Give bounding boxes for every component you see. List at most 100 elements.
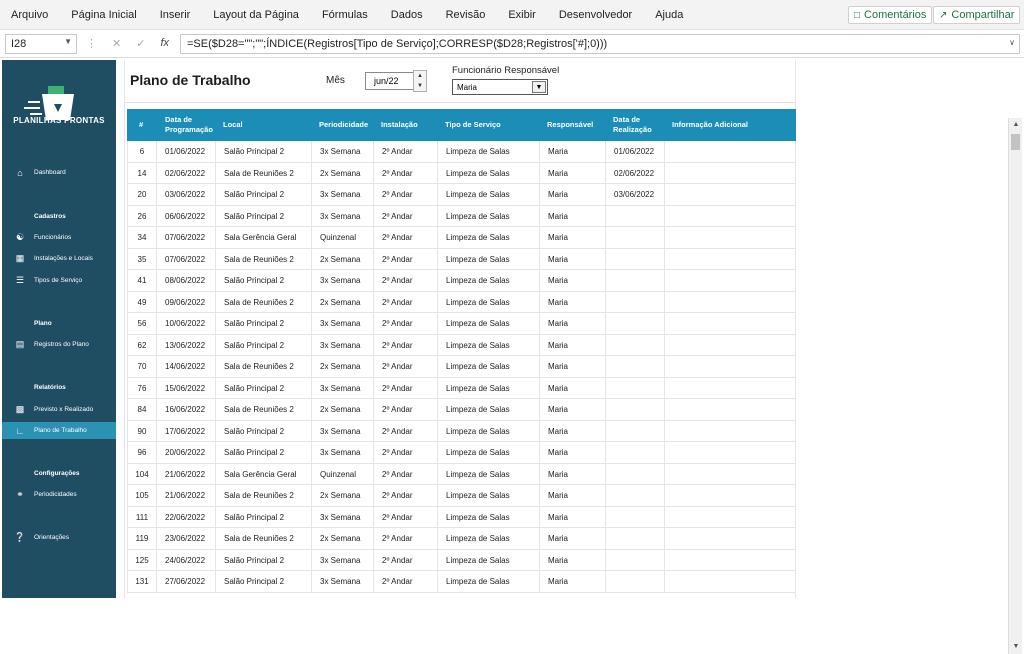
cell-data-programacao[interactable]: 13/06/2022 — [156, 334, 215, 356]
cell-local[interactable]: Sala de Reuniões 2 — [215, 162, 311, 184]
cell-id[interactable]: 70 — [127, 356, 156, 378]
cell-info-adicional[interactable] — [664, 399, 796, 421]
cell-responsavel[interactable]: Maria — [539, 227, 605, 249]
cell-tipo-servico[interactable]: Limpeza de Salas — [437, 334, 539, 356]
table-row[interactable]: 41 08/06/2022 Salão Principal 2 3x Semana 2º… — [127, 270, 796, 292]
table-row[interactable]: 131 27/06/2022 Salão Principal 2 3x Semana 2… — [127, 571, 796, 593]
cancel-icon[interactable]: ✕ — [112, 37, 121, 50]
cell-responsavel[interactable]: Maria — [539, 162, 605, 184]
sidebar-item-dashboard[interactable]: ⌂ Dashboard — [2, 164, 116, 181]
cell-responsavel[interactable]: Maria — [539, 571, 605, 593]
cell-responsavel[interactable]: Maria — [539, 420, 605, 442]
cell-data-programacao[interactable]: 21/06/2022 — [156, 463, 215, 485]
cell-periodicidade[interactable]: 2x Semana — [311, 356, 373, 378]
cell-instalacao[interactable]: 2º Andar — [373, 334, 437, 356]
menu-pagina-inicial[interactable]: Página Inicial — [60, 9, 148, 21]
cell-tipo-servico[interactable]: Limpeza de Salas — [437, 313, 539, 335]
cell-data-programacao[interactable]: 23/06/2022 — [156, 528, 215, 550]
cell-local[interactable]: Salão Principal 2 — [215, 442, 311, 464]
cell-data-programacao[interactable]: 10/06/2022 — [156, 313, 215, 335]
cell-data-realizacao[interactable] — [605, 571, 664, 593]
cell-responsavel[interactable]: Maria — [539, 141, 605, 163]
cell-data-realizacao[interactable] — [605, 506, 664, 528]
table-row[interactable]: 90 17/06/2022 Salão Principal 2 3x Semana 2º… — [127, 420, 796, 442]
cell-id[interactable]: 56 — [127, 313, 156, 335]
cell-tipo-servico[interactable]: Limpeza de Salas — [437, 420, 539, 442]
table-row[interactable]: 62 13/06/2022 Salão Principal 2 3x Semana 2º… — [127, 334, 796, 356]
cell-responsavel[interactable]: Maria — [539, 442, 605, 464]
cell-data-programacao[interactable]: 02/06/2022 — [156, 162, 215, 184]
menu-layout-pagina[interactable]: Layout da Página — [202, 9, 311, 21]
cell-data-programacao[interactable]: 24/06/2022 — [156, 549, 215, 571]
cell-instalacao[interactable]: 2º Andar — [373, 506, 437, 528]
cell-data-programacao[interactable]: 20/06/2022 — [156, 442, 215, 464]
cell-id[interactable]: 131 — [127, 571, 156, 593]
cell-data-realizacao[interactable] — [605, 377, 664, 399]
cell-info-adicional[interactable] — [664, 420, 796, 442]
cell-periodicidade[interactable]: 2x Semana — [311, 528, 373, 550]
cell-info-adicional[interactable] — [664, 356, 796, 378]
cell-responsavel[interactable]: Maria — [539, 485, 605, 507]
menu-inserir[interactable]: Inserir — [149, 9, 203, 21]
cell-instalacao[interactable]: 2º Andar — [373, 463, 437, 485]
cell-periodicidade[interactable]: 2x Semana — [311, 399, 373, 421]
cell-instalacao[interactable]: 2º Andar — [373, 205, 437, 227]
menu-arquivo[interactable]: Arquivo — [0, 9, 60, 21]
cell-info-adicional[interactable] — [664, 313, 796, 335]
cell-local[interactable]: Salão Principal 2 — [215, 141, 311, 163]
cell-data-programacao[interactable]: 08/06/2022 — [156, 270, 215, 292]
cell-local[interactable]: Salão Principal 2 — [215, 549, 311, 571]
cell-id[interactable]: 96 — [127, 442, 156, 464]
cell-periodicidade[interactable]: 3x Semana — [311, 506, 373, 528]
cell-data-realizacao[interactable] — [605, 205, 664, 227]
cell-data-realizacao[interactable] — [605, 334, 664, 356]
cell-instalacao[interactable]: 2º Andar — [373, 162, 437, 184]
cell-local[interactable]: Sala de Reuniões 2 — [215, 485, 311, 507]
cell-instalacao[interactable]: 2º Andar — [373, 442, 437, 464]
cell-periodicidade[interactable]: 3x Semana — [311, 377, 373, 399]
cell-tipo-servico[interactable]: Limpeza de Salas — [437, 270, 539, 292]
comments-button[interactable]: □ Comentários — [848, 6, 933, 24]
cell-local[interactable]: Salão Principal 2 — [215, 184, 311, 206]
cell-id[interactable]: 125 — [127, 549, 156, 571]
chevron-down-icon[interactable]: ▼ — [532, 81, 546, 93]
cell-local[interactable]: Sala de Reuniões 2 — [215, 399, 311, 421]
cell-instalacao[interactable]: 2º Andar — [373, 141, 437, 163]
cell-instalacao[interactable]: 2º Andar — [373, 528, 437, 550]
menu-ajuda[interactable]: Ajuda — [644, 9, 695, 21]
cell-periodicidade[interactable]: 3x Semana — [311, 313, 373, 335]
formula-input[interactable]: =SE($D28="";"";ÍNDICE(Registros[Tipo de … — [180, 34, 1020, 54]
cell-data-programacao[interactable]: 17/06/2022 — [156, 420, 215, 442]
cell-data-realizacao[interactable] — [605, 270, 664, 292]
cell-periodicidade[interactable]: 3x Semana — [311, 270, 373, 292]
cell-tipo-servico[interactable]: Limpeza de Salas — [437, 571, 539, 593]
cell-info-adicional[interactable] — [664, 528, 796, 550]
table-row[interactable]: 6 01/06/2022 Salão Principal 2 3x Semana 2º … — [127, 141, 796, 163]
cell-periodicidade[interactable]: 3x Semana — [311, 420, 373, 442]
cell-data-realizacao[interactable]: 01/06/2022 — [605, 141, 664, 163]
cell-tipo-servico[interactable]: Limpeza de Salas — [437, 528, 539, 550]
cell-info-adicional[interactable] — [664, 248, 796, 270]
cell-data-programacao[interactable]: 07/06/2022 — [156, 248, 215, 270]
sidebar-item-orientacoes[interactable]: ❔ Orientações — [2, 529, 116, 546]
cell-info-adicional[interactable] — [664, 442, 796, 464]
cell-responsavel[interactable]: Maria — [539, 528, 605, 550]
cell-periodicidade[interactable]: 2x Semana — [311, 485, 373, 507]
menu-desenvolvedor[interactable]: Desenvolvedor — [548, 9, 644, 21]
cell-local[interactable]: Sala de Reuniões 2 — [215, 356, 311, 378]
cell-info-adicional[interactable] — [664, 485, 796, 507]
cell-data-realizacao[interactable] — [605, 399, 664, 421]
cell-data-realizacao[interactable] — [605, 356, 664, 378]
cell-data-realizacao[interactable] — [605, 528, 664, 550]
cell-responsavel[interactable]: Maria — [539, 356, 605, 378]
cell-responsavel[interactable]: Maria — [539, 506, 605, 528]
menu-exibir[interactable]: Exibir — [497, 9, 548, 21]
cell-periodicidade[interactable]: 2x Semana — [311, 248, 373, 270]
cell-tipo-servico[interactable]: Limpeza de Salas — [437, 485, 539, 507]
fx-icon[interactable]: fx — [160, 37, 169, 50]
cell-periodicidade[interactable]: 3x Semana — [311, 141, 373, 163]
cell-local[interactable]: Salão Principal 2 — [215, 270, 311, 292]
cell-id[interactable]: 111 — [127, 506, 156, 528]
cell-responsavel[interactable]: Maria — [539, 377, 605, 399]
cell-periodicidade[interactable]: 3x Semana — [311, 334, 373, 356]
